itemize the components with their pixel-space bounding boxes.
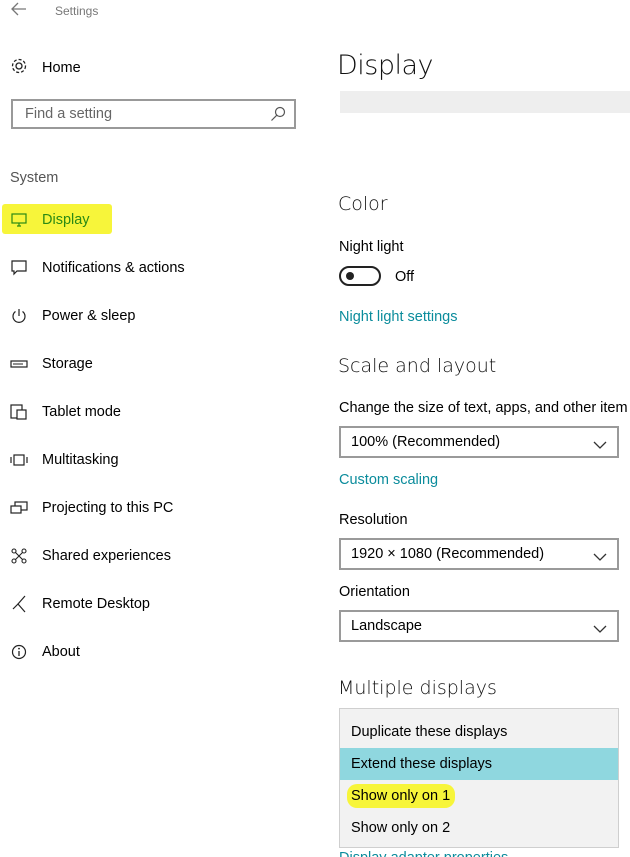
multiple-displays-heading: Multiple displays [338, 677, 497, 699]
sidebar-item-label: Projecting to this PC [42, 500, 174, 516]
scale-select-value: 100% (Recommended) [351, 434, 501, 450]
night-light-settings-link[interactable]: Night light settings [339, 309, 457, 325]
option-duplicate[interactable]: Duplicate these displays [340, 716, 618, 748]
search-icon[interactable] [270, 106, 286, 122]
sidebar-item-label: Notifications & actions [42, 260, 185, 276]
sidebar-item-display[interactable]: Display [0, 196, 310, 244]
sidebar-item-label: Remote Desktop [42, 596, 150, 612]
chevron-down-icon [593, 549, 607, 561]
remote-desktop-icon [10, 595, 28, 613]
section-label-system: System [10, 170, 59, 186]
projecting-icon [10, 499, 28, 517]
resolution-select[interactable]: 1920 × 1080 (Recommended) [339, 538, 619, 570]
sidebar-item-label: Power & sleep [42, 308, 136, 324]
sidebar-item-label: Display [42, 212, 90, 228]
sidebar-item-notifications[interactable]: Notifications & actions [0, 244, 310, 292]
info-icon [10, 643, 28, 661]
sidebar-item-power-sleep[interactable]: Power & sleep [0, 292, 310, 340]
orientation-label: Orientation [339, 584, 410, 600]
scale-layout-heading: Scale and layout [338, 355, 497, 377]
resolution-label: Resolution [339, 512, 408, 528]
night-light-toggle[interactable] [339, 266, 381, 286]
sidebar-item-label: About [42, 644, 80, 660]
window-title: Settings [55, 4, 99, 18]
sidebar-item-label: Storage [42, 356, 93, 372]
color-heading: Color [338, 193, 388, 215]
display-adapter-properties-link[interactable]: Display adapter properties [339, 848, 508, 857]
shared-icon [10, 547, 28, 565]
gear-icon [10, 57, 28, 80]
sidebar-item-storage[interactable]: Storage [0, 340, 310, 388]
sidebar-item-remote-desktop[interactable]: Remote Desktop [0, 580, 310, 628]
sidebar-item-multitasking[interactable]: Multitasking [0, 436, 310, 484]
search-input[interactable] [23, 105, 270, 123]
toggle-state-label: Off [395, 269, 415, 285]
multitasking-icon [10, 451, 28, 469]
custom-scaling-link[interactable]: Custom scaling [339, 472, 438, 488]
multiple-displays-dropdown[interactable]: Duplicate these displays Extend these di… [339, 708, 619, 848]
sidebar-item-label: Tablet mode [42, 404, 121, 420]
search-box[interactable] [11, 99, 296, 129]
option-label: Duplicate these displays [351, 724, 508, 740]
back-arrow-icon[interactable] [10, 2, 28, 20]
chevron-down-icon [593, 621, 607, 633]
option-label: Extend these displays [351, 756, 493, 772]
storage-icon [10, 355, 28, 373]
tablet-icon [10, 403, 28, 421]
sidebar-item-label: Multitasking [42, 452, 119, 468]
resolution-select-value: 1920 × 1080 (Recommended) [351, 546, 545, 562]
sidebar-item-tablet-mode[interactable]: Tablet mode [0, 388, 310, 436]
size-label: Change the size of text, apps, and other… [339, 400, 628, 416]
home-nav-item[interactable]: Home [10, 58, 81, 78]
monitor-icon [10, 211, 28, 229]
power-icon [10, 307, 28, 325]
orientation-select-value: Landscape [351, 618, 422, 634]
sidebar-item-projecting[interactable]: Projecting to this PC [0, 484, 310, 532]
option-extend[interactable]: Extend these displays [340, 748, 618, 780]
option-label: Show only on 1 [351, 788, 451, 804]
page-title: Display [337, 50, 434, 81]
display-preview-bar [340, 91, 630, 113]
home-label: Home [42, 60, 81, 76]
option-show-only-2[interactable]: Show only on 2 [340, 812, 618, 844]
option-label: Show only on 2 [351, 820, 451, 836]
toggle-knob [346, 272, 354, 280]
option-show-only-1[interactable]: Show only on 1 [340, 780, 618, 812]
sidebar-item-shared-experiences[interactable]: Shared experiences [0, 532, 310, 580]
chevron-down-icon [593, 437, 607, 449]
sidebar-item-label: Shared experiences [42, 548, 171, 564]
orientation-select[interactable]: Landscape [339, 610, 619, 642]
message-icon [10, 259, 28, 277]
sidebar-item-about[interactable]: About [0, 628, 310, 676]
night-light-label: Night light [339, 239, 404, 255]
scale-select[interactable]: 100% (Recommended) [339, 426, 619, 458]
